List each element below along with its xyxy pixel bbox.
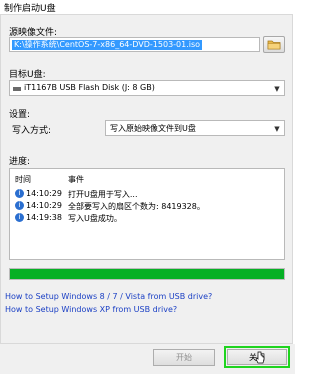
log-row: i 14:10:29 打开U盘用于写入... (10, 188, 284, 200)
source-file-input[interactable]: K:\操作系统\CentOS-7-x86_64-DVD-1503-01.iso (9, 37, 260, 52)
log-event: 全部要写入的扇区个数为: 8419328。 (68, 202, 205, 211)
usb-drive-select[interactable]: iT1167B USB Flash Disk (J: 8 GB) ▼ (9, 80, 285, 96)
folder-icon (267, 40, 281, 50)
progress-bar (9, 268, 285, 280)
usb-drive-icon (13, 87, 21, 91)
info-icon: i (15, 189, 24, 198)
progress-label: 进度: (9, 157, 31, 167)
title-bar: 制作启动U盘 (0, 0, 295, 14)
progress-fill (10, 269, 284, 279)
log-time: 14:10:29 (26, 189, 62, 198)
write-mode-select[interactable]: 写入原始映像文件到U盘 ▼ (105, 120, 285, 136)
info-icon: i (15, 213, 24, 222)
log-time: 14:10:29 (26, 201, 62, 210)
info-icon: i (15, 201, 24, 210)
write-mode-label: 写入方式: (12, 126, 52, 136)
log-header-event: 事件 (68, 175, 84, 184)
usb-label: 目标U盘: (9, 70, 46, 80)
source-file-value: K:\操作系统\CentOS-7-x86_64-DVD-1503-01.iso (12, 40, 203, 50)
browse-button[interactable] (263, 36, 285, 53)
cursor-hand-icon (255, 351, 265, 364)
log-event: 打开U盘用于写入... (68, 190, 138, 199)
log-row: i 14:10:29 全部要写入的扇区个数为: 8419328。 (10, 200, 284, 212)
chevron-down-icon: ▼ (274, 125, 280, 133)
start-button[interactable]: 开始 (153, 349, 215, 366)
link-winxp-setup[interactable]: How to Setup Windows XP from USB drive? (5, 305, 177, 314)
log-header-time: 时间 (15, 175, 31, 184)
settings-label: 设置: (9, 110, 31, 120)
log-list[interactable]: 时间 事件 i 14:10:29 打开U盘用于写入... i 14:10:29 … (9, 168, 285, 260)
usb-drive-value: iT1167B USB Flash Disk (J: 8 GB) (24, 83, 155, 92)
window-title: 制作启动U盘 (4, 4, 56, 14)
log-time: 14:19:38 (26, 213, 62, 222)
link-win8-setup[interactable]: How to Setup Windows 8 / 7 / Vista from … (5, 292, 212, 301)
chevron-down-icon: ▼ (274, 85, 280, 93)
log-event: 写入U盘成功。 (68, 214, 122, 223)
write-mode-value: 写入原始映像文件到U盘 (110, 124, 196, 133)
log-row: i 14:19:38 写入U盘成功。 (10, 212, 284, 224)
